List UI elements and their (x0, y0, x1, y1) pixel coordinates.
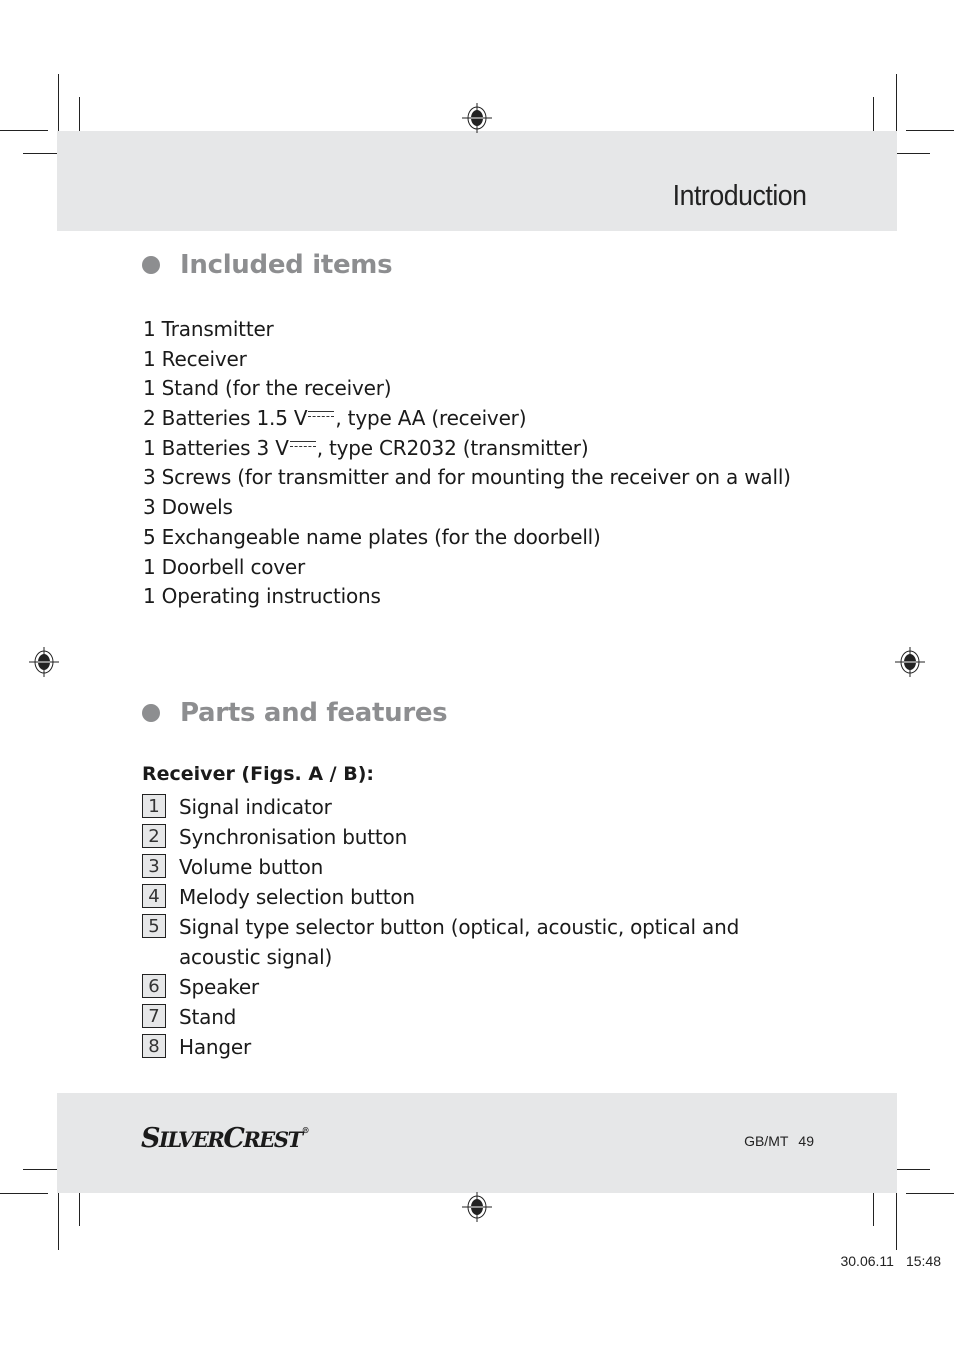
registration-mark-icon (895, 647, 925, 677)
part-item: 6 Speaker (142, 972, 822, 1002)
part-number-badge: 5 (142, 914, 166, 938)
list-item-text: , type AA (receiver) (335, 406, 527, 431)
crop-mark (896, 1190, 897, 1250)
direct-current-symbol-icon (308, 411, 335, 420)
part-item: 3 Volume button (142, 852, 822, 882)
registration-mark-icon (462, 103, 492, 133)
part-number-badge: 2 (142, 824, 166, 848)
list-item-text: 1 Batteries 3 V (143, 435, 289, 460)
part-item: 4 Melody selection button (142, 882, 822, 912)
crop-mark (79, 1188, 80, 1226)
part-label: Signal indicator (179, 795, 332, 819)
list-item: 1 Doorbell cover (143, 554, 306, 579)
logo-text: C (223, 1123, 245, 1154)
direct-current-symbol-icon (289, 440, 316, 450)
registration-mark-icon (462, 1192, 492, 1222)
crop-mark (906, 130, 954, 131)
brand-logo: SILVERCREST® (141, 1123, 310, 1154)
part-number-badge: 6 (142, 974, 166, 998)
list-item: 3 Screws (for transmitter and for mounti… (143, 465, 791, 490)
part-number-badge: 4 (142, 884, 166, 908)
part-number-badge: 3 (142, 854, 166, 878)
list-item: 1 Operating instructions (143, 584, 381, 609)
print-timestamp: 30.06.11 15:48 (828, 1253, 941, 1269)
crop-mark (873, 97, 874, 135)
part-item: 7 Stand (142, 1002, 822, 1032)
list-item: 1 Stand (for the receiver) (143, 376, 392, 401)
print-time: 15:48 (905, 1253, 941, 1269)
crop-mark (58, 1190, 59, 1250)
registration-mark-icon (29, 647, 59, 677)
page-number: 49 (798, 1133, 814, 1149)
part-item: 5 Signal type selector button (optical, … (142, 912, 822, 972)
list-item: 1 Batteries 3 V , type CR2032 (transmitte… (143, 434, 791, 464)
logo-text: S (141, 1123, 161, 1154)
crop-mark (873, 1188, 874, 1226)
part-label: Stand (179, 1005, 237, 1029)
part-label: Hanger (179, 1035, 251, 1059)
section-title: Parts and features (180, 698, 448, 728)
bullet-dot-icon (142, 704, 160, 722)
part-item: 1 Signal indicator (142, 792, 822, 822)
part-item: 8 Hanger (142, 1032, 822, 1062)
page-title: Introduction (673, 180, 807, 212)
parts-list: 1 Signal indicator 2 Synchronisation but… (142, 792, 822, 1062)
list-item: 3 Dowels (143, 495, 233, 520)
page-info: GB/MT 49 (734, 1133, 814, 1149)
list-item: 2 Batteries 1.5 V , type AA (receiver) (143, 404, 791, 434)
list-item: 5 Exchangeable name plates (for the door… (143, 524, 601, 549)
section-heading-included-items: Included items (142, 250, 393, 280)
locale-code: GB/MT (744, 1133, 789, 1149)
crop-mark (0, 1193, 48, 1194)
part-item: 2 Synchronisation button (142, 822, 822, 852)
crop-mark (896, 74, 897, 134)
included-items-list: 1 Transmitter 1 Receiver 1 Stand (for th… (143, 315, 791, 612)
crop-mark (906, 1193, 954, 1194)
list-item-text: 2 Batteries 1.5 V (143, 406, 308, 431)
crop-mark (58, 74, 59, 134)
part-number-badge: 8 (142, 1034, 166, 1058)
part-number-badge: 7 (142, 1004, 166, 1028)
bullet-dot-icon (142, 256, 160, 274)
list-item: 1 Receiver (143, 346, 247, 371)
part-label: Speaker (179, 975, 259, 999)
crop-mark (0, 130, 48, 131)
section-title: Included items (180, 250, 393, 280)
part-label: Signal type selector button (optical, ac… (179, 915, 740, 969)
crop-mark (79, 97, 80, 135)
logo-text: ILVER (159, 1127, 225, 1152)
section-heading-parts-and-features: Parts and features (142, 698, 448, 728)
part-label: Melody selection button (179, 885, 415, 909)
print-date: 30.06.11 (840, 1253, 894, 1269)
registered-mark: ® (301, 1125, 310, 1135)
part-label: Volume button (179, 855, 324, 879)
part-number-badge: 1 (142, 794, 166, 818)
subheading-receiver: Receiver (Figs. A / B): (142, 763, 374, 785)
part-label: Synchronisation button (179, 825, 408, 849)
logo-text: REST (243, 1127, 303, 1152)
list-item-text: , type CR2032 (transmitter) (316, 435, 589, 460)
list-item: 1 Transmitter (143, 317, 274, 341)
